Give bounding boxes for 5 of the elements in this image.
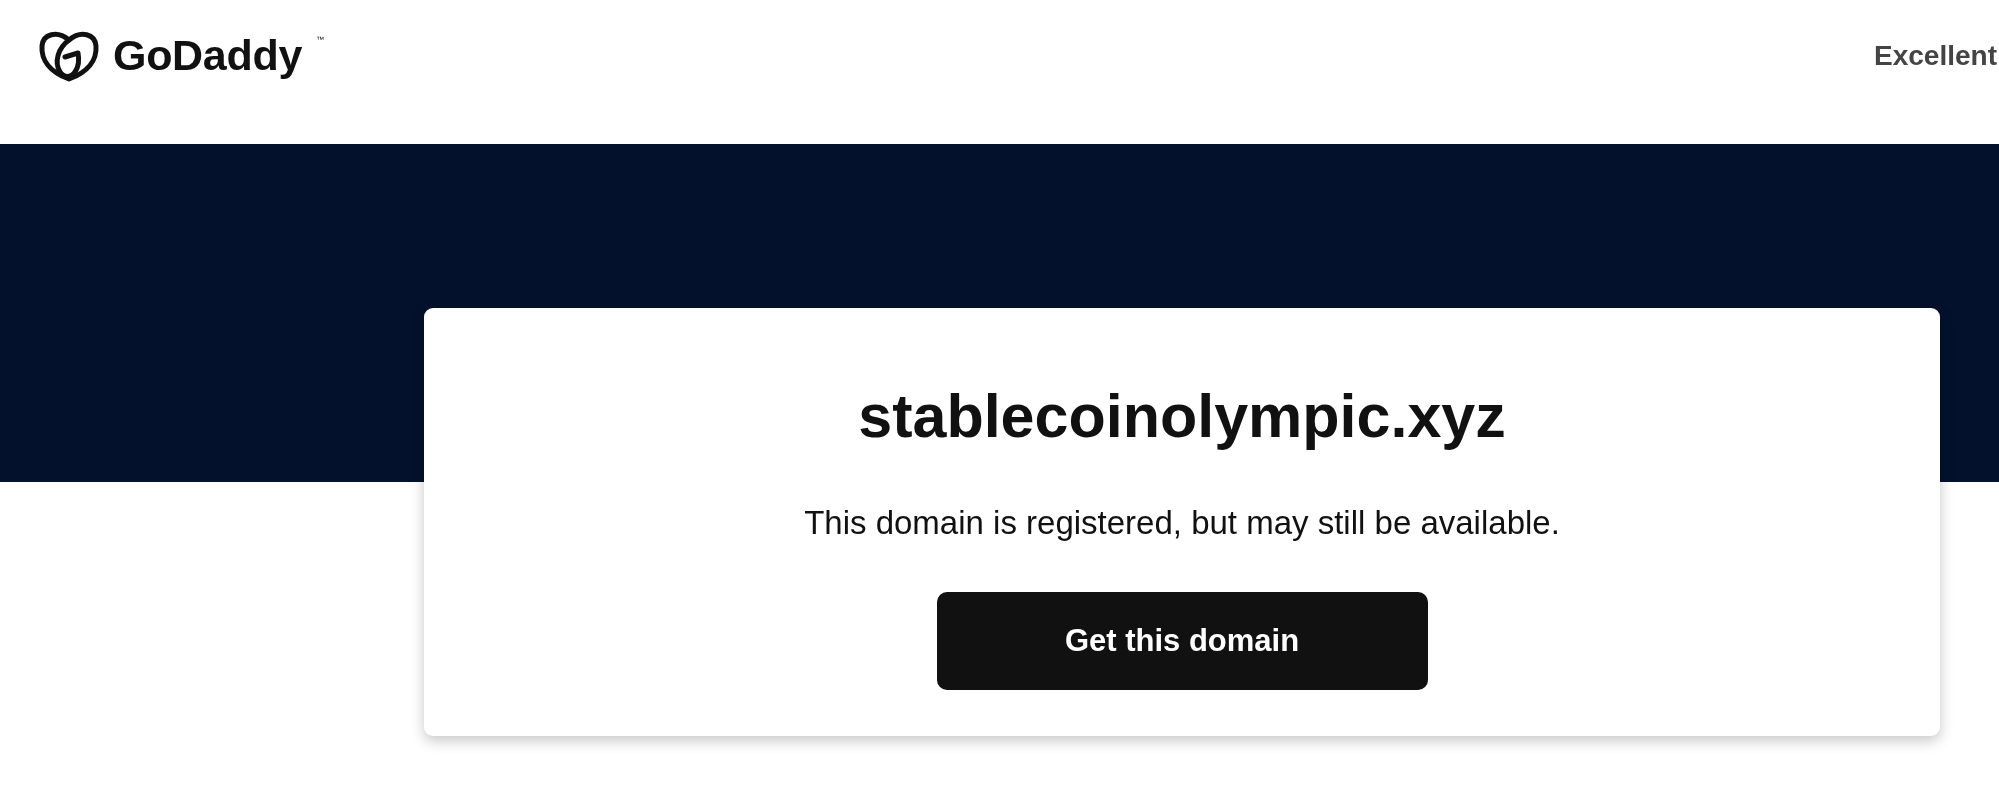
domain-title: stablecoinolympic.xyz — [858, 382, 1506, 450]
rating-label: Excellent — [1874, 39, 1998, 73]
status-message: This domain is registered, but may still be available. — [804, 503, 1560, 543]
get-domain-button[interactable]: Get this domain — [936, 592, 1428, 690]
logo-link[interactable]: GoDaddy ™ — [38, 28, 325, 83]
